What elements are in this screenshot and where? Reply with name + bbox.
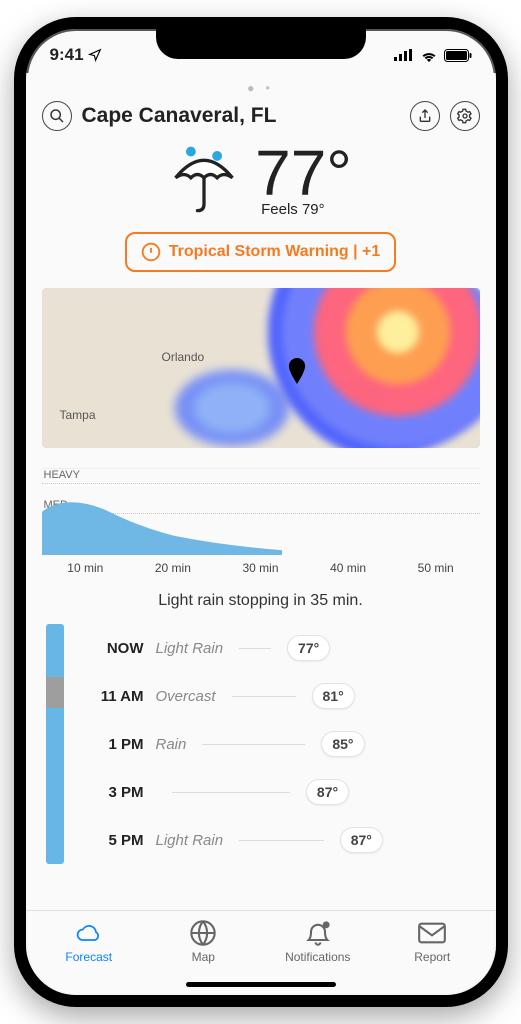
location-title[interactable]: Cape Canaveral, FL bbox=[82, 104, 400, 128]
precip-summary: Light rain stopping in 35 min. bbox=[42, 592, 480, 610]
alert-icon bbox=[141, 242, 161, 262]
hourly-temp-line bbox=[202, 744, 305, 745]
weather-alert[interactable]: Tropical Storm Warning | +1 bbox=[125, 232, 396, 272]
hourly-row[interactable]: 3 PM 87° bbox=[82, 768, 480, 816]
home-indicator[interactable] bbox=[186, 982, 336, 987]
location-arrow-icon bbox=[88, 48, 102, 62]
tab-notifications[interactable]: ! Notifications bbox=[261, 919, 376, 964]
globe-icon bbox=[189, 919, 217, 947]
precip-xtick: 50 min bbox=[418, 561, 454, 575]
hourly-temp-line bbox=[232, 696, 296, 697]
hourly-intensity-bar bbox=[46, 624, 64, 864]
bell-alert-icon: ! bbox=[304, 919, 332, 947]
tab-report[interactable]: Report bbox=[375, 919, 490, 964]
map-label-tampa: Tampa bbox=[60, 408, 96, 422]
map-label-orlando: Orlando bbox=[162, 350, 205, 364]
hourly-temp: 87° bbox=[340, 827, 383, 853]
tab-label: Notifications bbox=[261, 950, 376, 964]
precip-level-heavy: HEAVY bbox=[44, 469, 80, 481]
battery-icon bbox=[444, 49, 472, 62]
map-pin-icon bbox=[287, 358, 307, 384]
page-indicator: ● • bbox=[42, 81, 480, 95]
envelope-icon bbox=[418, 919, 446, 947]
hourly-row[interactable]: 11 AM Overcast 81° bbox=[82, 672, 480, 720]
current-conditions: 77° Feels 79° bbox=[42, 141, 480, 218]
hourly-temp-line bbox=[172, 792, 290, 793]
search-icon bbox=[49, 108, 65, 124]
tab-map[interactable]: Map bbox=[146, 919, 261, 964]
hourly-temp: 77° bbox=[287, 635, 330, 661]
hourly-row[interactable]: 1 PM Rain 85° bbox=[82, 720, 480, 768]
hourly-time: 5 PM bbox=[82, 832, 144, 849]
wifi-icon bbox=[420, 49, 438, 62]
hourly-condition: Light Rain bbox=[156, 640, 224, 657]
tab-forecast[interactable]: Forecast bbox=[32, 919, 147, 964]
hourly-time: 11 AM bbox=[82, 688, 144, 705]
hourly-row[interactable]: NOW Light Rain 77° bbox=[82, 624, 480, 672]
hourly-time: NOW bbox=[82, 640, 144, 657]
precip-xtick: 40 min bbox=[330, 561, 366, 575]
alert-text: Tropical Storm Warning | +1 bbox=[169, 243, 380, 261]
hourly-time: 3 PM bbox=[82, 784, 144, 801]
tab-label: Forecast bbox=[32, 950, 147, 964]
hourly-condition: Rain bbox=[156, 736, 187, 753]
search-button[interactable] bbox=[42, 101, 72, 131]
settings-button[interactable] bbox=[450, 101, 480, 131]
hourly-temp: 85° bbox=[321, 731, 364, 757]
hourly-temp: 87° bbox=[306, 779, 349, 805]
cellular-icon bbox=[394, 49, 414, 61]
precip-xtick: 20 min bbox=[155, 561, 191, 575]
cloud-icon bbox=[75, 919, 103, 947]
precip-chart: HEAVY MED LIGHT 10 min 20 min 30 min 40 … bbox=[42, 468, 480, 586]
status-time: 9:41 bbox=[50, 45, 84, 65]
hourly-temp-line bbox=[239, 648, 271, 649]
hourly-condition: Overcast bbox=[156, 688, 216, 705]
hourly-row[interactable]: 5 PM Light Rain 87° bbox=[82, 816, 480, 864]
hourly-condition: Light Rain bbox=[156, 832, 224, 849]
gear-icon bbox=[457, 108, 473, 124]
umbrella-rain-icon bbox=[169, 145, 239, 215]
tab-label: Map bbox=[146, 950, 261, 964]
tab-label: Report bbox=[375, 950, 490, 964]
share-button[interactable] bbox=[410, 101, 440, 131]
current-temp: 77° bbox=[255, 141, 352, 205]
precip-xtick: 10 min bbox=[67, 561, 103, 575]
hourly-temp-line bbox=[239, 840, 324, 841]
hourly-forecast[interactable]: NOW Light Rain 77° 11 AM Overcast 81° 1 PM Rain… bbox=[42, 624, 480, 864]
radar-map[interactable]: Orlando Tampa bbox=[42, 288, 480, 448]
precip-xtick: 30 min bbox=[242, 561, 278, 575]
hourly-time: 1 PM bbox=[82, 736, 144, 753]
hourly-temp: 81° bbox=[312, 683, 355, 709]
share-icon bbox=[417, 108, 433, 124]
